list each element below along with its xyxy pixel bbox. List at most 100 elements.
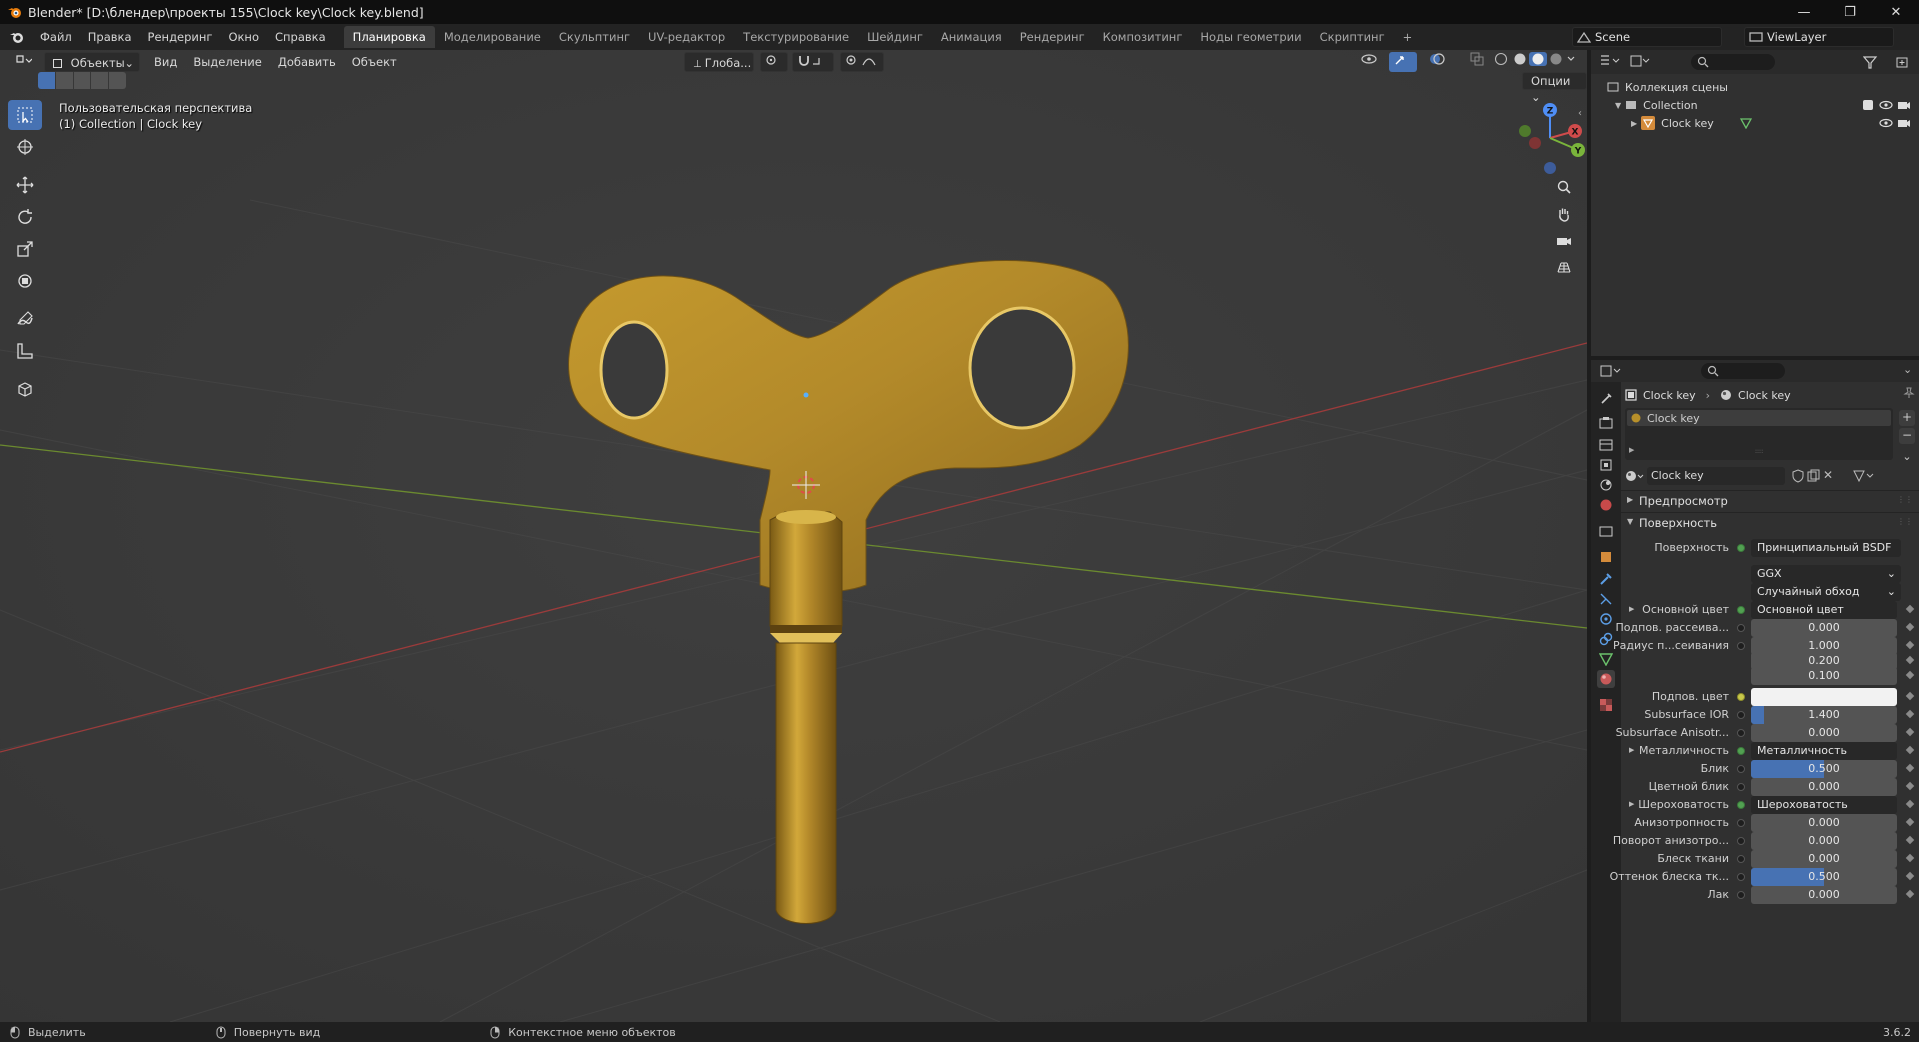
menu-add[interactable]: Добавить	[270, 52, 344, 72]
number-field[interactable]: 0.500	[1751, 760, 1897, 778]
scene-selector[interactable]: Scene	[1572, 27, 1722, 47]
number-field[interactable]: 0.000	[1751, 814, 1897, 832]
tab-shading[interactable]: Шейдинг	[858, 26, 932, 48]
socket-icon[interactable]	[1737, 747, 1745, 755]
material-name-field[interactable]: Clock key	[1647, 467, 1785, 485]
number-field[interactable]: 0.100	[1751, 667, 1897, 685]
gizmo-toggle[interactable]	[1389, 52, 1417, 72]
collection-tab-icon[interactable]	[1597, 522, 1615, 540]
subsurface-method-dropdown[interactable]: Случайный обход ⌄	[1751, 583, 1901, 601]
material-slot-list[interactable]: Clock key ▶ ::::	[1625, 408, 1893, 460]
tab-sculpting[interactable]: Скульптинг	[550, 26, 639, 48]
number-field[interactable]: 0.000	[1751, 850, 1897, 868]
number-field[interactable]: 0.000	[1751, 832, 1897, 850]
socket-icon[interactable]	[1737, 855, 1745, 863]
expand-arrow-icon[interactable]: ▶	[1631, 119, 1637, 128]
keyframe-icon[interactable]	[1905, 781, 1915, 791]
editor-type-button[interactable]	[6, 52, 40, 72]
3d-viewport[interactable]: Объекты ⌄ Вид Выделение Добавить Объект …	[0, 50, 1587, 1022]
tool-tab-icon[interactable]	[1597, 390, 1615, 408]
socket-linked-icon[interactable]	[1737, 544, 1745, 552]
socket-icon[interactable]	[1737, 765, 1745, 773]
tab-geometry-nodes[interactable]: Ноды геометрии	[1191, 26, 1310, 48]
overlays-toggle[interactable]	[1425, 52, 1459, 72]
socket-icon[interactable]	[1737, 891, 1745, 899]
menu-file[interactable]: Файл	[32, 26, 80, 48]
camera-view-button[interactable]	[1552, 229, 1576, 253]
linked-input-field[interactable]: Основной цвет	[1751, 601, 1897, 619]
exclude-checkbox[interactable]	[1863, 100, 1873, 110]
modifiers-tab-icon[interactable]	[1597, 570, 1615, 588]
number-field[interactable]: 0.000	[1751, 886, 1897, 904]
number-field[interactable]: 0.500	[1751, 868, 1897, 886]
pivot-point-dropdown[interactable]	[760, 52, 788, 72]
drag-handle-icon[interactable]: ⋮⋮	[1897, 517, 1913, 526]
socket-icon[interactable]	[1737, 729, 1745, 737]
panel-surface-header[interactable]: ▼ Поверхность ⋮⋮	[1621, 512, 1919, 532]
expand-arrow-icon[interactable]: ▶	[1629, 605, 1634, 613]
expand-arrow-icon[interactable]: ▶	[1629, 746, 1634, 754]
socket-icon[interactable]	[1737, 693, 1745, 701]
socket-icon[interactable]	[1737, 819, 1745, 827]
expand-arrow-icon[interactable]: ▼	[1615, 101, 1621, 110]
keyframe-icon[interactable]	[1905, 763, 1915, 773]
material-slot-item[interactable]: Clock key	[1627, 410, 1891, 426]
keyframe-icon[interactable]	[1905, 622, 1915, 632]
scale-tool[interactable]	[8, 234, 42, 264]
tab-scripting[interactable]: Скриптинг	[1311, 26, 1394, 48]
socket-icon[interactable]	[1737, 783, 1745, 791]
number-field[interactable]: 0.000	[1751, 724, 1897, 742]
tab-animation[interactable]: Анимация	[932, 26, 1011, 48]
blender-menu-icon[interactable]	[8, 29, 26, 45]
menu-edit[interactable]: Правка	[80, 26, 140, 48]
keyframe-icon[interactable]	[1905, 835, 1915, 845]
tab-modeling[interactable]: Моделирование	[435, 26, 550, 48]
remove-slot-button[interactable]: −	[1899, 428, 1915, 444]
menu-object[interactable]: Объект	[344, 52, 405, 72]
zoom-view-button[interactable]	[1552, 175, 1576, 199]
filter-icon[interactable]	[1862, 55, 1885, 72]
select-extend-icon[interactable]	[55, 72, 73, 89]
keyframe-icon[interactable]	[1905, 670, 1915, 680]
linked-input-field[interactable]: Шероховатость	[1751, 796, 1897, 814]
socket-icon[interactable]	[1737, 837, 1745, 845]
keyframe-icon[interactable]	[1905, 727, 1915, 737]
socket-icon[interactable]	[1737, 606, 1745, 614]
eye-icon[interactable]	[1879, 118, 1893, 128]
color-swatch-field[interactable]	[1751, 688, 1897, 706]
tab-layout[interactable]: Планировка	[343, 26, 435, 48]
panel-preview-header[interactable]: ▶ Предпросмотр ⋮⋮	[1621, 490, 1919, 510]
add-slot-button[interactable]: +	[1899, 410, 1915, 426]
keyframe-icon[interactable]	[1905, 745, 1915, 755]
keyframe-icon[interactable]	[1905, 853, 1915, 863]
eye-icon[interactable]	[1879, 100, 1893, 110]
ortho-toggle-button[interactable]	[1552, 256, 1576, 280]
options-dropdown[interactable]: Опции ⌄	[1522, 72, 1587, 104]
properties-search-input[interactable]	[1701, 363, 1785, 379]
camera-render-icon[interactable]	[1897, 99, 1911, 111]
fake-user-shield-icon[interactable]	[1791, 469, 1805, 486]
measure-tool[interactable]	[8, 336, 42, 366]
socket-icon[interactable]	[1737, 873, 1745, 881]
texture-tab-icon[interactable]	[1597, 696, 1615, 714]
tab-rendering[interactable]: Рендеринг	[1011, 26, 1094, 48]
select-box-tool[interactable]	[8, 100, 42, 130]
unlink-material-icon[interactable]: ✕	[1823, 468, 1833, 482]
menu-window[interactable]: Окно	[220, 26, 267, 48]
keyframe-icon[interactable]	[1905, 817, 1915, 827]
material-tab-icon[interactable]	[1597, 670, 1615, 688]
tab-compositing[interactable]: Композитинг	[1094, 26, 1192, 48]
add-cube-tool[interactable]	[8, 374, 42, 404]
linked-input-field[interactable]: Металличность	[1751, 742, 1897, 760]
camera-render-icon[interactable]	[1897, 117, 1911, 129]
menu-help[interactable]: Справка	[267, 26, 334, 48]
outliner-editor-type-icon[interactable]	[1599, 54, 1621, 71]
add-workspace-button[interactable]: +	[1394, 26, 1422, 48]
keyframe-icon[interactable]	[1905, 655, 1915, 665]
object-tab-icon[interactable]	[1597, 548, 1615, 566]
scene-tab-icon[interactable]	[1597, 476, 1615, 494]
view-layer-tab-icon[interactable]	[1597, 456, 1615, 474]
mesh-data-tab-icon[interactable]	[1597, 650, 1615, 668]
mode-dropdown[interactable]: Объекты ⌄	[44, 52, 140, 72]
outliner-search-input[interactable]	[1691, 54, 1775, 70]
